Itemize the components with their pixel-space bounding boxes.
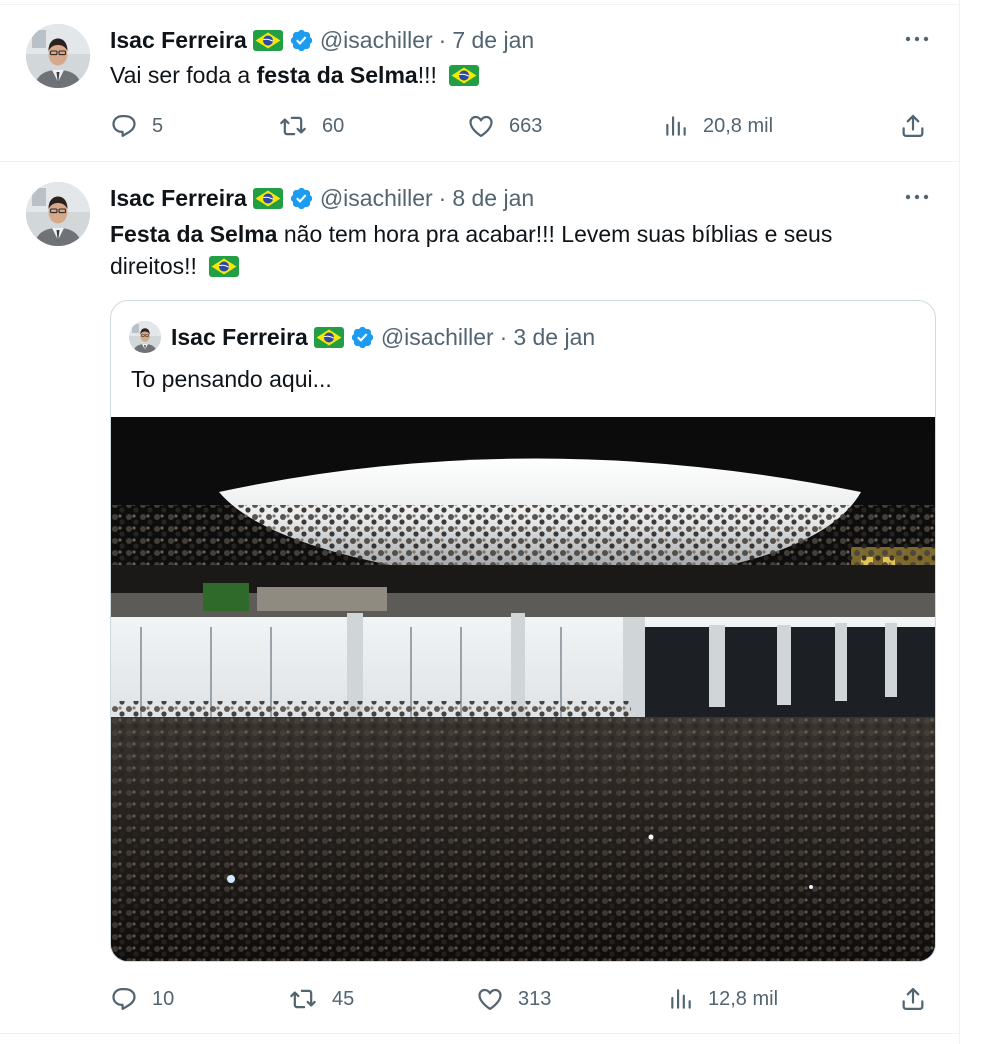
share-button[interactable] [899,111,927,141]
separator-dot: · [499,323,508,350]
verified-badge-icon[interactable] [289,28,314,53]
more-options-icon[interactable] [902,29,932,49]
separator-dot: · [438,26,447,53]
heart-icon [476,985,504,1013]
views-button[interactable]: 20,8 mil [663,111,773,141]
flag-brazil-icon [209,256,239,277]
tweet-header: Isac Ferreira @isachiller · 8 de jan [110,183,534,213]
heart-icon [467,112,495,140]
tweet-date[interactable]: 8 de jan [452,185,534,212]
retweet-count: 60 [322,114,345,137]
quoted-tweet-header: Isac Ferreira @isachiller · 3 de jan [129,319,595,355]
tweet-actions: 5 60 663 20,8 mil [110,111,930,141]
tweet-actions: 10 45 313 12,8 mil [110,984,930,1014]
flag-brazil-icon [314,327,344,348]
tweet[interactable]: Isac Ferreira @isachiller · 8 de jan Fes… [0,162,960,1034]
quoted-tweet-date: 3 de jan [513,323,596,350]
quoted-author-handle: @isachiller [380,323,494,350]
retweet-icon [288,985,318,1013]
tweet[interactable]: Isac Ferreira @isachiller · 7 de jan Vai… [0,5,960,162]
retweet-count: 45 [332,987,355,1010]
tweet-text-end: !!! [417,62,437,88]
separator-dot: · [438,184,447,211]
like-button[interactable]: 663 [467,111,542,141]
retweet-button[interactable]: 45 [288,984,354,1014]
author-name[interactable]: Isac Ferreira [110,185,247,212]
tweet-text: Vai ser foda a festa da Selma!!! [110,59,900,91]
timeline: Isac Ferreira @isachiller · 7 de jan Vai… [0,0,960,1044]
quoted-tweet-photo[interactable] [111,417,936,962]
quoted-author-name: Isac Ferreira [171,323,308,350]
more-options-icon[interactable] [902,187,932,207]
avatar[interactable] [26,24,90,88]
author-name[interactable]: Isac Ferreira [110,27,247,54]
author-handle[interactable]: @isachiller [320,27,433,54]
like-count: 663 [509,114,543,137]
flag-brazil-icon [253,30,283,51]
quoted-avatar [129,321,161,353]
verified-badge-icon [350,325,375,350]
quoted-tweet-text: To pensando aqui... [131,366,332,392]
views-count: 12,8 mil [708,987,779,1010]
share-button[interactable] [899,984,927,1014]
views-icon [663,112,689,140]
share-icon [899,112,927,140]
reply-count: 5 [152,114,164,137]
flag-brazil-icon [449,65,479,86]
verified-badge-icon[interactable] [289,186,314,211]
author-handle[interactable]: @isachiller [320,185,433,212]
quoted-tweet[interactable]: Isac Ferreira @isachiller · 3 de jan To … [110,300,936,962]
views-icon [668,985,694,1013]
reply-button[interactable]: 10 [110,984,174,1014]
retweet-icon [278,112,308,140]
reply-button[interactable]: 5 [110,111,163,141]
reply-count: 10 [152,987,175,1010]
tweet-text-bold: Festa da Selma [110,221,278,247]
tweet-header: Isac Ferreira @isachiller · 7 de jan [110,25,534,55]
tweet-text-bold: festa da Selma [256,62,418,88]
views-count: 20,8 mil [703,114,774,137]
tweet-text: Festa da Selma não tem hora pra acabar!!… [110,218,900,282]
avatar[interactable] [26,182,90,246]
like-button[interactable]: 313 [476,984,551,1014]
reply-icon [110,985,138,1013]
retweet-button[interactable]: 60 [278,111,344,141]
share-icon [899,985,927,1013]
flag-brazil-icon [253,188,283,209]
tweet-date[interactable]: 7 de jan [452,27,534,54]
tweet-text-start: Vai ser foda a [110,62,257,88]
like-count: 313 [518,987,552,1010]
views-button[interactable]: 12,8 mil [668,984,778,1014]
reply-icon [110,112,138,140]
